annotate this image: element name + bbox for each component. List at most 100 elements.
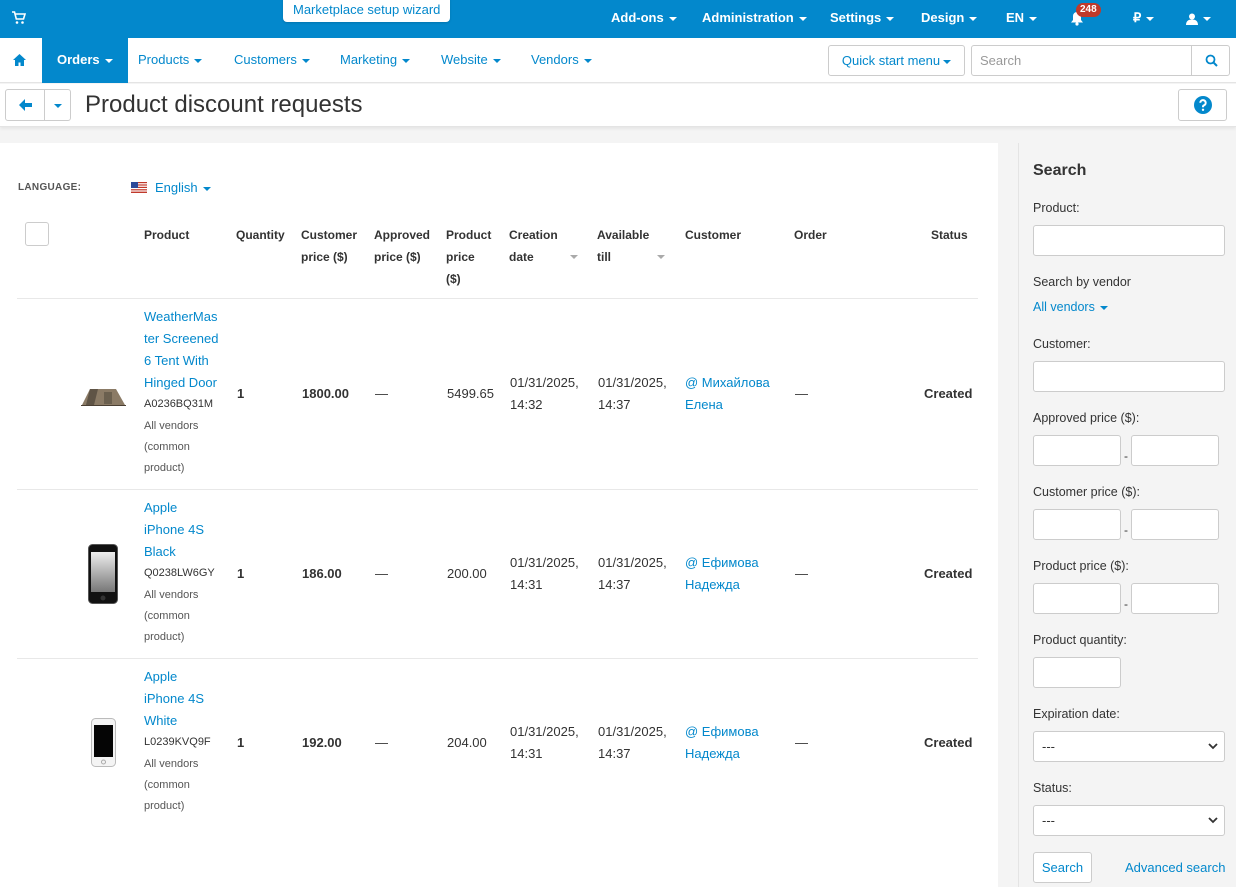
product-code: Q0238LW6GY	[144, 567, 215, 579]
creation-date-value: 01/31/2025, 14:32	[510, 375, 579, 412]
product-image-iphone-white[interactable]	[91, 718, 116, 767]
search-icon	[1205, 54, 1218, 67]
nav-customers[interactable]: Customers	[234, 38, 310, 83]
column-header-approved-price[interactable]: Approved price ($)	[374, 224, 430, 268]
title-bar: Product discount requests	[0, 84, 1236, 127]
chevron-down-icon	[1208, 743, 1218, 750]
top-bar: Marketplace setup wizard Add-ons Adminis…	[0, 0, 1236, 38]
product-vendor: All vendors (common product)	[144, 758, 199, 812]
approved-price-to-input[interactable]	[1131, 435, 1219, 466]
status-filter-label: Status:	[1033, 781, 1072, 795]
approved-price-from-input[interactable]	[1033, 435, 1121, 466]
column-header-customer-price[interactable]: Customer price ($)	[301, 224, 357, 268]
customer-price-value: 192.00	[302, 735, 342, 750]
product-image-iphone-black[interactable]	[88, 544, 118, 604]
product-link[interactable]: Apple iPhone 4S White	[144, 666, 224, 732]
status-select[interactable]: ---	[1033, 805, 1225, 836]
nav-orders[interactable]: Orders	[42, 38, 128, 83]
expiration-date-select[interactable]: ---	[1033, 731, 1225, 762]
vendor-filter-label: Search by vendor	[1033, 275, 1131, 289]
column-header-customer[interactable]: Customer	[685, 224, 741, 246]
global-search-button[interactable]	[1191, 45, 1230, 76]
product-filter-input[interactable]	[1033, 225, 1225, 256]
column-header-available-till[interactable]: Available till	[597, 224, 649, 268]
column-header-quantity[interactable]: Quantity	[236, 224, 285, 246]
history-dropdown-button[interactable]	[44, 89, 71, 121]
column-header-order[interactable]: Order	[794, 224, 827, 246]
topnav-addons[interactable]: Add-ons	[611, 0, 677, 38]
cart-icon[interactable]	[12, 11, 26, 25]
home-icon	[13, 54, 26, 66]
topnav-language[interactable]: EN	[1006, 0, 1038, 38]
topnav-administration[interactable]: Administration	[702, 0, 807, 38]
search-button[interactable]: Search	[1033, 852, 1092, 883]
customer-link[interactable]: @ Ефимова Надежда	[685, 721, 759, 765]
status-value[interactable]: Created	[924, 732, 972, 754]
column-header-product-price[interactable]: Product price ($)	[446, 224, 491, 290]
customer-filter-input[interactable]	[1033, 361, 1225, 392]
topnav-user-menu[interactable]	[1186, 0, 1211, 38]
table-divider	[17, 489, 978, 490]
customer-price-to-input[interactable]	[1131, 509, 1219, 540]
product-price-to-input[interactable]	[1131, 583, 1219, 614]
global-search-input[interactable]	[971, 45, 1192, 76]
sort-arrow-icon[interactable]	[570, 255, 578, 259]
back-button[interactable]	[5, 89, 45, 121]
product-vendor: All vendors (common product)	[144, 589, 199, 643]
help-button[interactable]	[1178, 89, 1227, 121]
language-selector[interactable]: English	[155, 180, 211, 195]
status-value[interactable]: Created	[924, 563, 972, 585]
vendor-filter-selector[interactable]: All vendors	[1033, 300, 1108, 314]
quantity-filter-input[interactable]	[1033, 657, 1121, 688]
marketplace-setup-wizard-button[interactable]: Marketplace setup wizard	[283, 0, 451, 22]
nav-products[interactable]: Products	[138, 38, 203, 83]
topnav-settings[interactable]: Settings	[830, 0, 895, 38]
chevron-down-icon	[1208, 817, 1218, 824]
quantity-value: 1	[237, 566, 245, 581]
customer-filter-label: Customer:	[1033, 337, 1091, 351]
product-link[interactable]: Apple iPhone 4S Black	[144, 497, 224, 563]
approved-price-value: —	[375, 386, 388, 401]
product-filter-label: Product:	[1033, 201, 1080, 215]
main-content: LANGUAGE: English Product Quantity Custo…	[0, 143, 998, 887]
nav-vendors[interactable]: Vendors	[531, 38, 592, 83]
range-separator: -	[1124, 597, 1128, 611]
customer-link[interactable]: @ Ефимова Надежда	[685, 552, 759, 596]
select-all-checkbox[interactable]	[25, 222, 49, 246]
product-price-filter-label: Product price ($):	[1033, 559, 1129, 573]
column-header-creation-date[interactable]: Creation date	[509, 224, 558, 268]
available-till-value: 01/31/2025, 14:37	[598, 724, 667, 761]
column-header-product[interactable]: Product	[144, 224, 189, 246]
home-button[interactable]	[0, 38, 42, 83]
product-code: A0236BQ31M	[144, 398, 214, 410]
column-header-status[interactable]: Status	[931, 224, 968, 246]
product-image-tent[interactable]	[80, 385, 127, 407]
sort-arrow-icon[interactable]	[657, 255, 665, 259]
notifications-count-badge: 248	[1076, 3, 1101, 17]
advanced-search-link[interactable]: Advanced search	[1125, 860, 1225, 875]
customer-link[interactable]: @ Михайлова Елена	[685, 372, 770, 416]
order-value: —	[795, 566, 808, 581]
product-price-value: 204.00	[447, 735, 487, 750]
product-price-value: 200.00	[447, 566, 487, 581]
customer-price-filter-label: Customer price ($):	[1033, 485, 1140, 499]
arrow-left-icon	[19, 99, 32, 111]
approved-price-filter-label: Approved price ($):	[1033, 411, 1140, 425]
nav-marketing[interactable]: Marketing	[340, 38, 411, 83]
approved-price-value: —	[375, 566, 388, 581]
status-value[interactable]: Created	[924, 383, 972, 405]
topnav-currency[interactable]: ₽	[1133, 0, 1155, 38]
customer-price-value: 1800.00	[302, 386, 349, 401]
search-sidebar: Search Product: Search by vendor All ven…	[1018, 143, 1236, 887]
us-flag-icon	[131, 182, 147, 193]
product-price-from-input[interactable]	[1033, 583, 1121, 614]
product-link[interactable]: WeatherMas ter Screened 6 Tent With Hing…	[144, 306, 224, 394]
product-price-value: 5499.65	[447, 386, 494, 401]
customer-price-from-input[interactable]	[1033, 509, 1121, 540]
topnav-design[interactable]: Design	[921, 0, 978, 38]
expiration-filter-label: Expiration date:	[1033, 707, 1120, 721]
quick-start-menu-button[interactable]: Quick start menu	[828, 45, 965, 76]
user-icon	[1186, 13, 1198, 25]
order-value: —	[795, 386, 808, 401]
nav-website[interactable]: Website	[441, 38, 501, 83]
